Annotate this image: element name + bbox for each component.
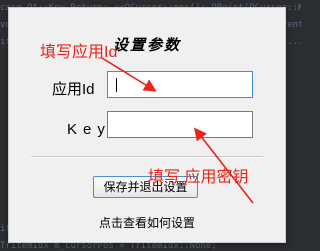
- divider: [31, 156, 263, 158]
- appid-annotation: 填写应用Id: [40, 44, 118, 61]
- help-link[interactable]: 点击查看如何设置: [9, 214, 285, 231]
- key-annotation: 填写 应用密钥: [148, 169, 249, 186]
- appid-input[interactable]: [107, 71, 253, 98]
- key-input[interactable]: [107, 111, 253, 138]
- appid-label: 应用Id: [52, 81, 95, 98]
- text-caret: [116, 78, 117, 92]
- key-label: Key: [67, 121, 111, 138]
